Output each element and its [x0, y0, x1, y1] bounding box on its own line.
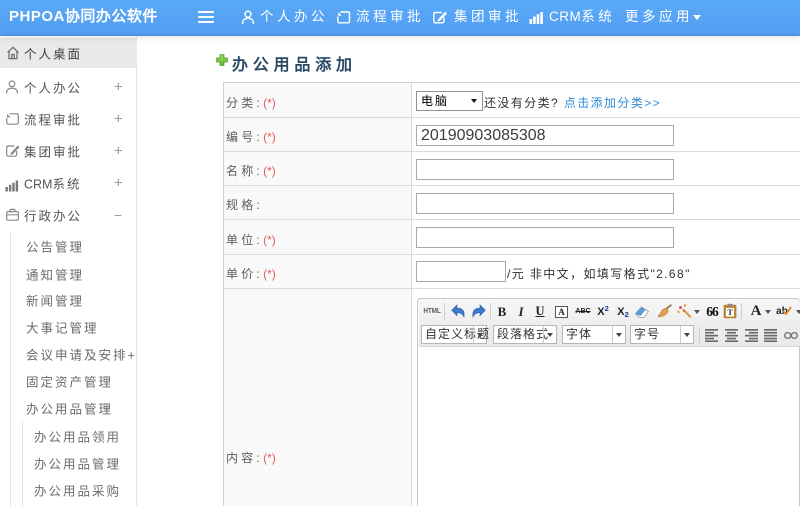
svg-text:T: T [727, 308, 733, 317]
